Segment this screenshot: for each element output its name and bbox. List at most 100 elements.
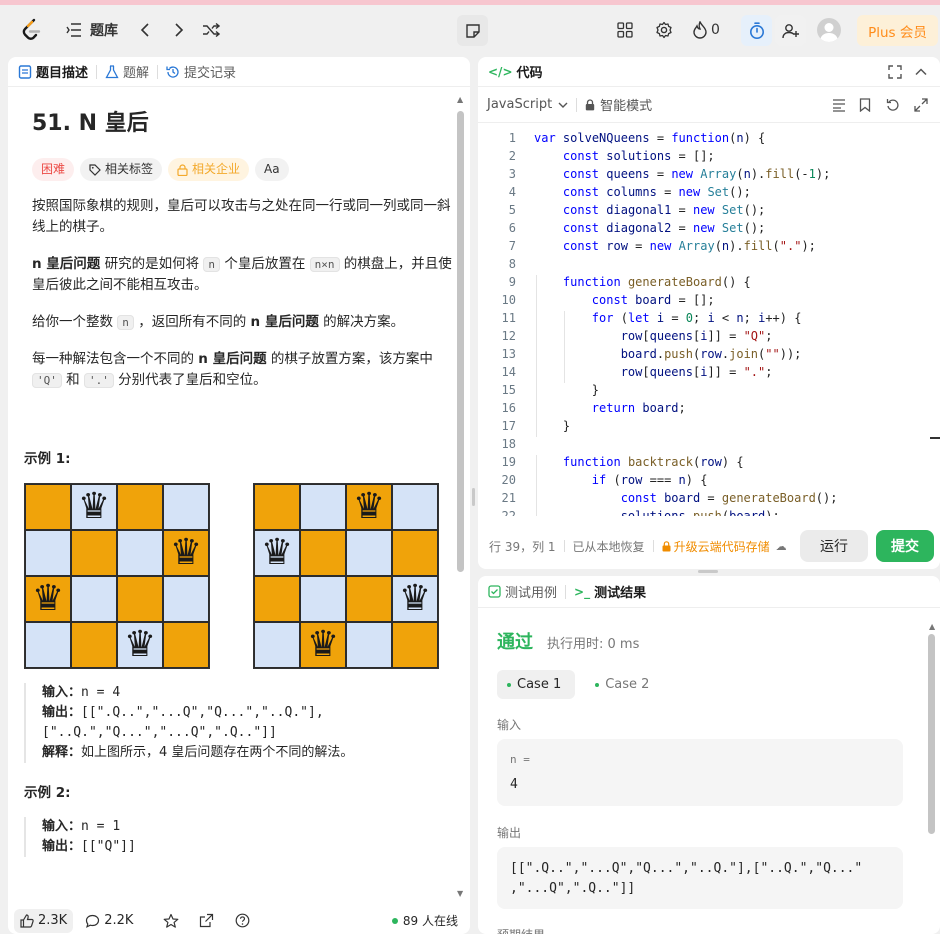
related-tags-label: 相关标签 — [105, 162, 154, 176]
queen-icon: ♛ — [306, 624, 340, 665]
problem-badges: 困难 相关标签 相关企业 Aa — [32, 158, 452, 182]
code-line: } — [534, 383, 600, 397]
problem-footer: 2.3K 2.2K 89 人在线 — [8, 907, 470, 934]
lock-icon — [662, 540, 671, 551]
leetcode-logo[interactable] — [18, 17, 44, 43]
queen-icon: ♛ — [31, 578, 65, 619]
desc-text: 分别代表了皇后和空位。 — [113, 372, 267, 388]
comments-button[interactable]: 2.2K — [85, 913, 133, 928]
bookmark-icon[interactable] — [859, 98, 873, 113]
upgrade-storage-label: 升级云端代码存储 — [673, 539, 770, 554]
smart-mode-toggle[interactable]: 智能模式 — [585, 95, 652, 114]
reset-code-icon[interactable] — [886, 98, 900, 112]
desc-para-3: 给你一个整数 n ，返回所有不同的 n 皇后问题 的解决方案。 — [32, 312, 452, 333]
language-select[interactable]: JavaScript — [487, 97, 568, 112]
result-scrollbar-thumb[interactable] — [928, 634, 935, 834]
case-2-tab[interactable]: Case 2 — [585, 670, 659, 699]
format-lines-icon[interactable] — [832, 98, 846, 112]
related-companies-button[interactable]: 相关企业 — [168, 158, 250, 181]
inline-code: n×n — [309, 257, 340, 272]
board-square: ♛ — [300, 622, 346, 668]
user-avatar[interactable] — [817, 18, 841, 42]
board-square — [346, 622, 392, 668]
comment-icon — [86, 914, 100, 928]
problem-description: 51. N 皇后 困难 相关标签 相关企业 Aa 按照国际象棋的规则，皇后可以攻… — [32, 87, 452, 391]
desc-text: 给你一个整数 — [32, 314, 118, 330]
board-square: ♛ — [254, 530, 300, 576]
line-number: 16 — [501, 401, 516, 415]
submit-button[interactable]: 提交 — [876, 530, 934, 562]
flask-icon — [105, 64, 119, 78]
horizontal-resize-handle[interactable] — [698, 570, 718, 573]
case-1-tab[interactable]: Case 1 — [497, 670, 576, 699]
line-number: 17 — [501, 419, 516, 433]
font-translate-button[interactable]: Aa — [255, 158, 289, 181]
tab-results[interactable]: >_ 测试结果 — [574, 582, 646, 602]
run-button[interactable]: 运行 — [800, 530, 868, 562]
desc-text: 研究的是如何将 — [100, 256, 204, 272]
prev-problem-icon[interactable] — [136, 18, 154, 42]
next-problem-icon[interactable] — [170, 18, 188, 42]
code-editor[interactable]: 1 var solveNQueens = function(n) {2 const… — [478, 127, 940, 516]
code-line: var solveNQueens = function(n) { — [534, 131, 766, 145]
editor-status-bar: 行 39，列 1 已从本地恢复 升级云端代码存储 ☁ — [478, 529, 940, 563]
layout-grid-icon[interactable] — [614, 19, 636, 41]
collapse-chevron-icon[interactable] — [914, 65, 928, 79]
expand-editor-icon[interactable] — [914, 98, 928, 112]
vertical-resize-handle[interactable] — [472, 488, 475, 506]
example-output-label: 输出： — [42, 705, 82, 720]
tab-description[interactable]: 题目描述 — [18, 62, 88, 81]
tab-submissions[interactable]: 提交记录 — [166, 62, 236, 81]
input-variable: n = — [510, 753, 530, 766]
code-tab[interactable]: </> 代码 — [488, 62, 543, 82]
note-icon[interactable] — [457, 15, 488, 46]
board-square — [117, 530, 163, 576]
line-number: 4 — [508, 185, 516, 199]
scroll-up-arrow[interactable]: ▲ — [457, 95, 465, 104]
case-2-label: Case 2 — [605, 677, 650, 692]
plus-member-button[interactable]: Plus 会员 — [857, 15, 938, 46]
code-line: const row = new Array(n).fill("."); — [562, 239, 816, 253]
list-indent-icon[interactable] — [64, 18, 84, 42]
like-button[interactable]: 2.3K — [14, 908, 74, 933]
result-tab-bar: 测试用例 >_ 测试结果 — [478, 576, 940, 608]
case-tabs: Case 1 Case 2 — [497, 670, 659, 699]
indent-guide — [536, 455, 537, 516]
code-line: function backtrack(row) { — [562, 455, 744, 469]
code-line: const queens = new Array(n).fill(-1); — [562, 167, 831, 181]
scroll-down-arrow[interactable]: ▼ — [457, 889, 465, 898]
problem-title: 51. N 皇后 — [32, 111, 149, 136]
tab-testcases[interactable]: 测试用例 — [488, 582, 557, 601]
line-number: 2 — [508, 149, 516, 163]
scroll-up-arrow[interactable]: ▲ — [929, 622, 935, 631]
settings-gear-icon[interactable] — [653, 19, 675, 41]
description-scrollbar-thumb[interactable] — [457, 111, 464, 572]
code-line: function generateBoard() { — [562, 275, 751, 289]
line-number: 8 — [508, 257, 516, 271]
timer-icon[interactable] — [741, 15, 772, 46]
indent-guide — [564, 311, 565, 383]
desc-bold: n 皇后问题 — [250, 314, 319, 330]
shuffle-icon[interactable] — [200, 18, 222, 42]
upgrade-storage-link[interactable]: 升级云端代码存储 — [662, 538, 770, 555]
document-icon — [18, 64, 32, 79]
streak-fire-icon[interactable] — [692, 19, 708, 41]
board-square — [117, 576, 163, 622]
code-brackets-icon: </> — [488, 64, 513, 79]
smart-mode-label: 智能模式 — [600, 99, 653, 114]
related-tags-button[interactable]: 相关标签 — [80, 158, 163, 181]
code-line: } — [534, 419, 571, 433]
problem-bank-link[interactable]: 题库 — [90, 18, 118, 42]
help-icon[interactable] — [235, 913, 251, 929]
add-friend-icon[interactable] — [775, 15, 806, 46]
line-number: 12 — [501, 329, 516, 343]
board-square — [254, 622, 300, 668]
cursor-position: 行 39，列 1 — [489, 539, 556, 554]
line-number: 10 — [501, 293, 516, 307]
tab-solutions[interactable]: 题解 — [105, 62, 149, 81]
line-number: 19 — [501, 455, 516, 469]
board-square — [254, 484, 300, 530]
share-icon[interactable] — [199, 913, 215, 929]
fullscreen-icon[interactable] — [888, 65, 902, 79]
favorite-star-icon[interactable] — [163, 913, 179, 929]
